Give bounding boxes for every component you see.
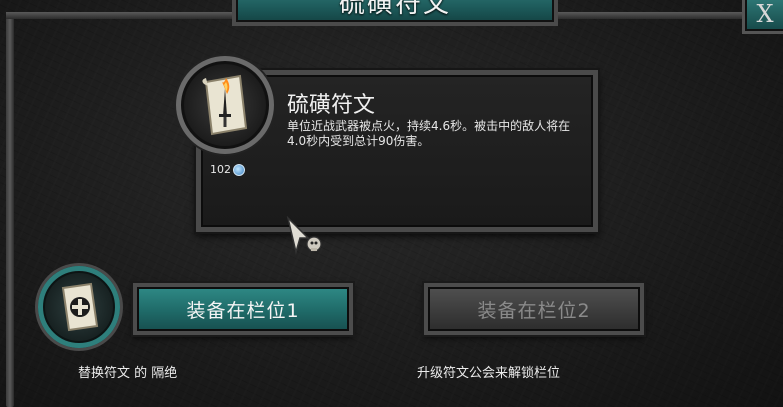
- equip-slot-2-label: 装备在栏位2: [477, 299, 591, 322]
- window-frame-top-left: [6, 12, 238, 19]
- equip-slot-2-button[interactable]: 装备在栏位2: [424, 283, 644, 335]
- window-frame-top-right: [548, 12, 748, 19]
- cross-rune-scroll-icon[interactable]: [38, 266, 120, 348]
- window-title: 硫磺符文: [338, 0, 451, 19]
- burning-dagger-scroll-icon: [176, 56, 274, 154]
- unlock-slot-caption: 升级符文公会来解锁栏位: [417, 366, 561, 381]
- window-frame-left: [6, 12, 14, 407]
- rune-count-value: 102: [210, 163, 231, 176]
- mouse-cursor-icon: [286, 215, 326, 260]
- close-button[interactable]: X: [742, 0, 783, 34]
- rune-name: 硫磺符文: [287, 93, 376, 118]
- equip-slot-1-label: 装备在栏位1: [186, 299, 300, 322]
- close-icon: X: [756, 0, 774, 28]
- blue-potion-icon: [233, 163, 245, 176]
- rune-count: 102: [210, 163, 245, 176]
- rune-description: 单位近战武器被点火，持续4.6秒。被击中的敌人将在4.0秒内受到总计90伤害。: [287, 119, 571, 148]
- replace-rune-caption: 替换符文 的 隔绝: [78, 366, 178, 381]
- title-banner: 硫磺符文: [232, 0, 558, 26]
- equip-slot-1-button[interactable]: 装备在栏位1: [133, 283, 353, 335]
